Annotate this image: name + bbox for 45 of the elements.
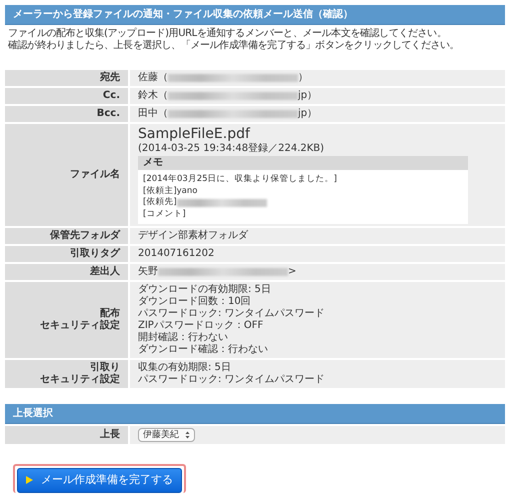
email-suffix: ） (298, 72, 308, 84)
person-name: 田中（ (138, 108, 168, 120)
field-label: セキュリティ設定 (39, 374, 120, 386)
person-name: 佐藤（ (138, 72, 168, 84)
memo-line: [2014年03月25日に、収集より保管しました。] (143, 174, 337, 186)
play-icon (26, 476, 33, 484)
approver-select[interactable]: 伊藤美紀 (138, 428, 195, 442)
memo-line: [依頼先] (143, 197, 177, 208)
field-value: ダウンロード回数：10回 (138, 296, 252, 308)
field-label: 保管先フォルダ (48, 230, 120, 242)
field-label: ファイル名 (69, 169, 120, 181)
field-label: Cc. (102, 90, 120, 102)
memo-line: [コメント] (143, 208, 186, 220)
field-value: 開封確認：行わない (138, 332, 229, 344)
field-value: 収集の有効期限: 5日 (138, 362, 232, 374)
field-value: ダウンロード確認：行わない (138, 344, 269, 356)
field-label: 引取り (89, 362, 120, 373)
file-name: SampleFileE.pdf (138, 126, 252, 143)
field-label: 引取りタグ (69, 248, 120, 260)
field-value: ZIPパスワードロック：OFF (138, 320, 264, 332)
intro-text: 確認が終わりましたら、上長を選択し、「メール作成準備を完了する」ボタンをクリックしてください。 (7, 40, 460, 52)
memo-line: [依頼主]yano (143, 186, 198, 197)
person-name: 矢野 (138, 266, 158, 278)
email-suffix: jp） (298, 90, 318, 102)
email-suffix: jp） (298, 108, 318, 120)
field-label: セキュリティ設定 (39, 320, 120, 332)
complete-button[interactable]: メール作成準備を完了する (17, 468, 182, 492)
field-label: 差出人 (88, 266, 120, 278)
field-value: デザイン部素材フォルダ (138, 230, 250, 242)
person-name: 鈴木（ (138, 90, 168, 102)
field-label: 配布 (99, 308, 120, 319)
email-suffix: > (288, 266, 296, 278)
memo-title: メモ (138, 156, 468, 170)
field-value: ダウンロードの有効期限: 5日 (138, 284, 272, 296)
field-label: 宛先 (99, 72, 120, 84)
field-label: Bcc. (96, 108, 120, 120)
field-value: 201407161202 (138, 248, 216, 260)
section-title: 上長選択 (5, 404, 505, 424)
select-arrows-icon (185, 431, 190, 439)
field-value: パスワードロック: ワンタイムパスワード (138, 374, 326, 386)
field-label: 上長 (99, 429, 120, 441)
intro-text: ファイルの配布と収集(アップロード)用URLを通知するメンバーと、メール本文を確認してください。 (7, 26, 448, 40)
field-value: パスワードロック: ワンタイムパスワード (138, 308, 326, 320)
page-title: メーラーから登録ファイルの通知・ファイル収集の依頼メール送信（確認） (5, 5, 505, 25)
file-info: (2014-03-25 19:34:48登録／224.2KB) (138, 143, 326, 155)
